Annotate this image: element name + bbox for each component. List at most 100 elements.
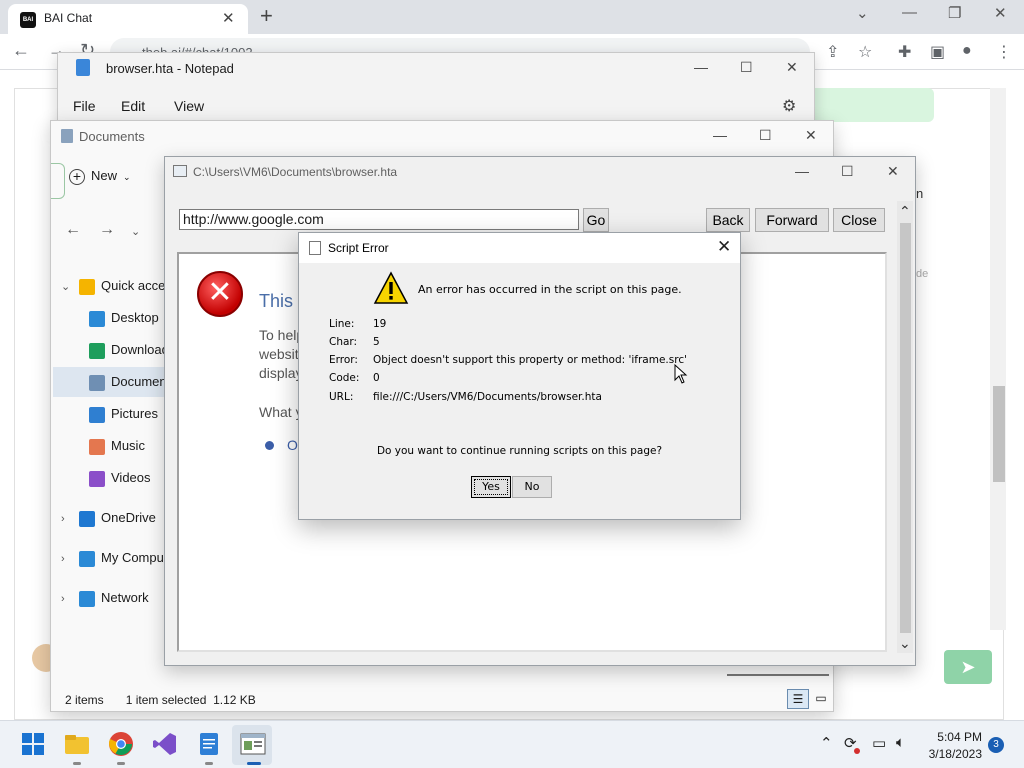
chrome-icon[interactable] [108, 731, 134, 757]
large-icons-view-icon[interactable]: ▭ [811, 689, 831, 709]
hta-maximize-button[interactable]: ☐ [841, 163, 854, 180]
hta-close-window-button[interactable]: ✕ [887, 163, 899, 180]
explorer-back-icon[interactable]: ← [65, 221, 81, 239]
chrome-tab-strip: BAI BAI Chat ✕ + ⌄ — ❐ ✕ [0, 0, 1024, 34]
go-button[interactable]: Go [583, 208, 609, 232]
network-status-icon[interactable]: ▭ [872, 734, 886, 752]
profile-avatar-icon[interactable]: ● [962, 42, 972, 60]
recent-locations-icon[interactable]: ⌄ [131, 225, 140, 238]
bookmark-star-icon[interactable]: ☆ [858, 42, 872, 62]
sidebar-item-label: Pictures [111, 406, 158, 421]
sidebar-item-label: Desktop [111, 310, 159, 325]
file-explorer-icon[interactable] [64, 731, 90, 757]
network-icon [79, 590, 95, 607]
url-value: file:///C:/Users/VM6/Documents/browser.h… [373, 391, 602, 403]
running-indicator [117, 762, 125, 765]
send-button[interactable]: ➤ [944, 650, 992, 684]
error-label: Error: [329, 354, 358, 366]
details-view-icon[interactable]: ☰ [787, 689, 809, 709]
extensions-icon[interactable]: ✚ [898, 42, 911, 62]
notepad-menu-edit[interactable]: Edit [121, 98, 145, 114]
notepad-menu-file[interactable]: File [73, 98, 96, 114]
status-selection: 1 item selected 1.12 KB [125, 693, 256, 707]
dialog-message: An error has occurred in the script on t… [418, 283, 682, 296]
hta-scrollbar-thumb[interactable] [900, 223, 911, 633]
chrome-minimize-button[interactable]: — [902, 4, 917, 21]
desktop-icon [89, 310, 105, 327]
new-tab-button[interactable]: + [260, 4, 273, 28]
notification-badge[interactable]: 3 [988, 737, 1004, 753]
chevron-right-icon[interactable]: › [61, 584, 75, 613]
mouse-cursor-icon [674, 364, 688, 384]
pictures-icon [89, 406, 105, 423]
status-item-count: 2 items [65, 693, 104, 707]
videos-icon [89, 470, 105, 487]
chrome-menu-icon[interactable]: ⋮ [996, 42, 1012, 62]
show-hidden-icons-icon[interactable]: ⌃ [820, 734, 833, 752]
yes-button[interactable]: Yes [471, 476, 511, 498]
computer-icon [79, 550, 95, 567]
chrome-restore-button[interactable]: ❐ [948, 4, 961, 22]
star-icon [79, 278, 95, 295]
warning-triangle-icon [373, 271, 409, 304]
sidebar-item-network[interactable]: › Network [61, 583, 175, 613]
no-button[interactable]: No [512, 476, 552, 498]
sidebar-item-my-computer[interactable]: › My Computer [61, 543, 175, 573]
notepad-icon[interactable] [196, 731, 222, 757]
chrome-tab[interactable]: BAI BAI Chat ✕ [8, 4, 248, 34]
scroll-down-icon[interactable]: ⌄ [899, 635, 911, 652]
notepad-minimize-button[interactable]: — [694, 59, 708, 75]
web-partial-hint: de [916, 268, 929, 280]
back-button[interactable]: Back [706, 208, 750, 232]
share-icon[interactable]: ⇪ [826, 42, 839, 62]
taskbar: ⌃ ⟳ ▭ 🔈︎ 5:04 PM 3/18/2023 3 [0, 720, 1024, 768]
tab-close-icon[interactable]: ✕ [222, 9, 235, 27]
alert-dot [854, 748, 860, 754]
url-input[interactable]: http://www.google.com [179, 209, 579, 230]
notepad-close-button[interactable]: ✕ [786, 59, 798, 76]
forward-button[interactable]: Forward [755, 208, 829, 232]
close-button[interactable]: Close [833, 208, 885, 232]
clock-date[interactable]: 3/18/2023 [918, 747, 982, 761]
new-label: New [91, 168, 118, 183]
explorer-forward-icon[interactable]: → [99, 221, 115, 239]
web-scrollbar[interactable] [990, 88, 1006, 630]
sidebar-item-label: Music [111, 438, 145, 453]
error-x-icon: ✕ [197, 271, 243, 317]
notepad-maximize-button[interactable]: ☐ [740, 59, 753, 76]
tab-search-icon[interactable]: ⌄ [856, 4, 869, 22]
volume-icon[interactable]: 🔈︎ [896, 734, 905, 751]
explorer-minimize-button[interactable]: — [713, 127, 727, 143]
web-partial-text: n [916, 186, 924, 201]
page-text-line: display [259, 365, 303, 381]
new-item-button[interactable]: + New ⌄ [69, 168, 131, 185]
hta-minimize-button[interactable]: — [795, 163, 809, 179]
notepad-menu-view[interactable]: View [174, 98, 204, 114]
active-indicator [247, 762, 261, 765]
chevron-right-icon[interactable]: › [61, 544, 75, 573]
settings-gear-icon[interactable]: ⚙ [782, 96, 796, 116]
page-what-text: What y [259, 404, 303, 420]
char-label: Char: [329, 336, 358, 348]
back-arrow-icon[interactable]: ← [12, 40, 30, 61]
explorer-maximize-button[interactable]: ☐ [759, 127, 772, 144]
clock-time[interactable]: 5:04 PM [924, 730, 982, 744]
sidebar-item-quick-access[interactable]: ⌄ Quick access [61, 271, 175, 301]
chevron-down-icon[interactable]: ⌄ [61, 272, 75, 301]
explorer-close-button[interactable]: ✕ [805, 127, 817, 144]
code-label: Code: [329, 372, 360, 384]
horizontal-scrollbar[interactable] [727, 674, 829, 676]
start-icon[interactable] [20, 731, 46, 757]
dialog-close-icon[interactable]: ✕ [717, 237, 731, 257]
sidebar-item-onedrive[interactable]: › OneDrive [61, 503, 175, 533]
hta-app-icon[interactable] [240, 731, 266, 757]
chevron-down-icon: ⌄ [123, 172, 131, 182]
scroll-up-icon[interactable]: ⌃ [899, 203, 911, 220]
chevron-right-icon[interactable]: › [61, 504, 75, 533]
error-value: Object doesn't support this property or … [373, 354, 687, 366]
side-panel-icon[interactable]: ▣ [930, 42, 945, 62]
notepad-title: browser.hta - Notepad [106, 61, 234, 76]
visual-studio-icon[interactable] [152, 731, 178, 757]
chrome-close-button[interactable]: ✕ [994, 4, 1007, 22]
web-scrollbar-thumb[interactable] [993, 386, 1005, 482]
